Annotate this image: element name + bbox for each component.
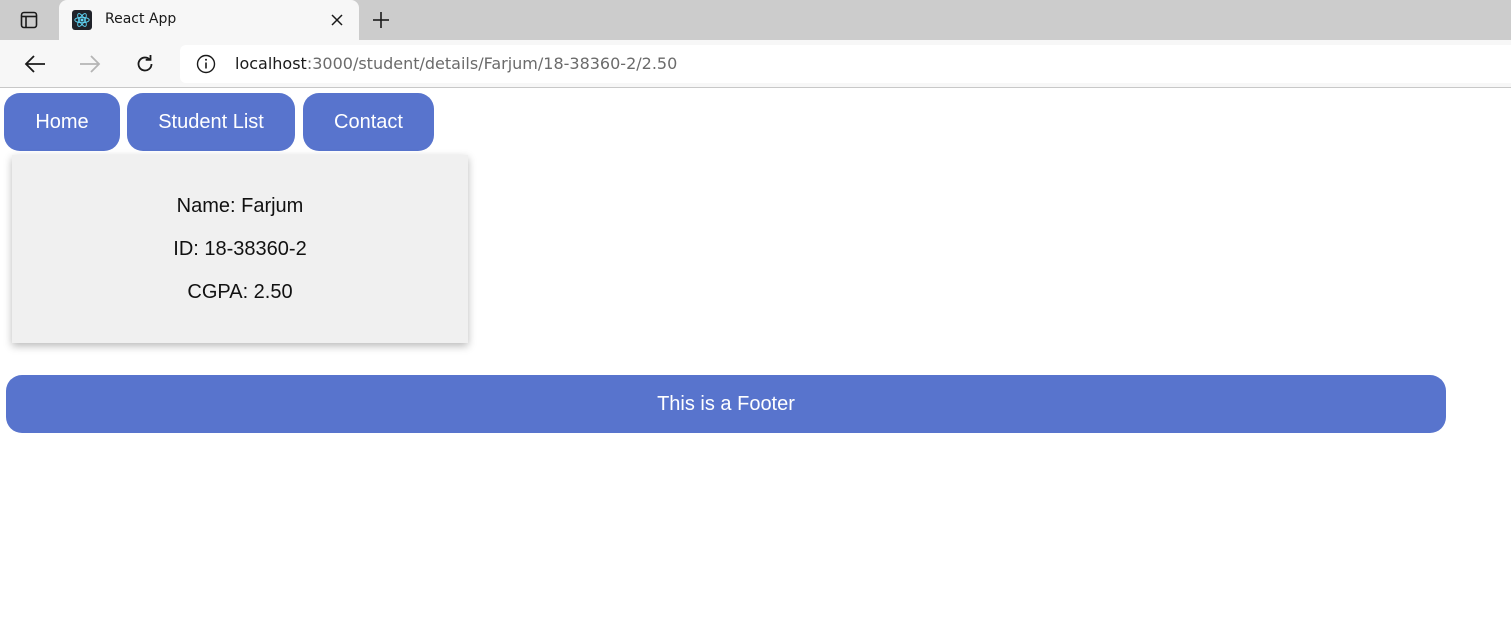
nav-contact-link[interactable]: Contact (303, 93, 434, 151)
student-id: ID: 18-38360-2 (173, 238, 307, 260)
footer: This is a Footer (6, 375, 1446, 433)
react-logo-icon (72, 10, 92, 30)
student-name: Name: Farjum (176, 195, 304, 217)
student-details-card: Name: Farjum ID: 18-38360-2 CGPA: 2.50 (12, 155, 468, 343)
tab-actions-icon[interactable] (12, 6, 46, 34)
plus-icon[interactable] (366, 6, 396, 34)
tab-title: React App (105, 11, 177, 27)
address-bar[interactable]: localhost:3000/student/details/Farjum/18… (180, 45, 1511, 83)
info-icon[interactable] (196, 54, 216, 74)
url-text[interactable]: localhost:3000/student/details/Farjum/18… (235, 54, 677, 73)
reload-icon[interactable] (130, 50, 160, 78)
nav-home-link[interactable]: Home (4, 93, 120, 151)
close-icon[interactable] (327, 10, 347, 30)
back-arrow-icon[interactable] (20, 50, 50, 78)
nav-student-list-link[interactable]: Student List (127, 93, 295, 151)
url-host: localhost (235, 54, 307, 73)
url-path: :3000/student/details/Farjum/18-38360-2/… (306, 54, 678, 73)
forward-arrow-icon[interactable] (75, 50, 105, 78)
browser-tabstrip: React App (0, 0, 1511, 40)
page-content: Home Student List Contact Name: Farjum I… (0, 89, 1511, 639)
browser-toolbar: localhost:3000/student/details/Farjum/18… (0, 40, 1511, 88)
browser-tab-active[interactable]: React App (59, 0, 359, 40)
student-cgpa: CGPA: 2.50 (187, 281, 293, 303)
